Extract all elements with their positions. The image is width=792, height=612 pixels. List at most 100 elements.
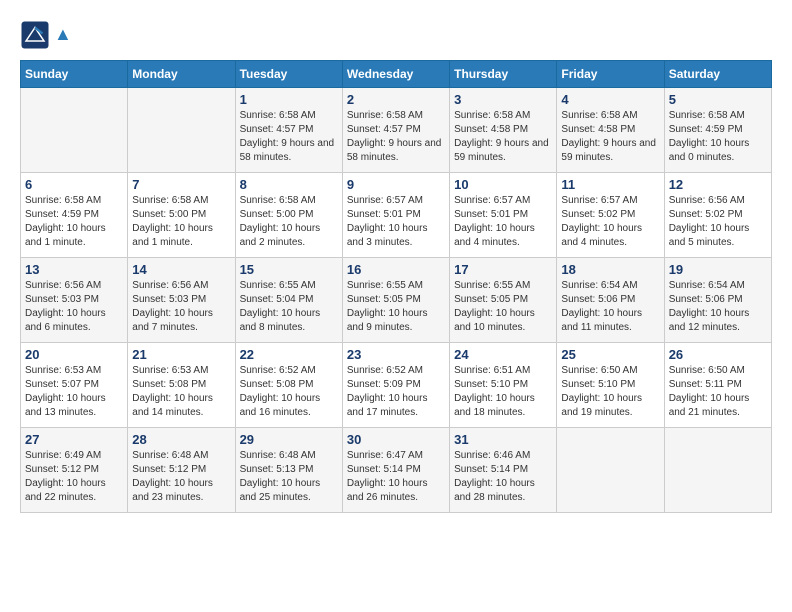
day-number: 25	[561, 347, 659, 362]
day-cell	[557, 428, 664, 513]
day-cell: 4Sunrise: 6:58 AM Sunset: 4:58 PM Daylig…	[557, 88, 664, 173]
day-number: 23	[347, 347, 445, 362]
day-cell: 15 Sunrise: 6:55 AM Sunset: 5:04 PM Dayli…	[235, 258, 342, 343]
day-number: 3	[454, 92, 552, 107]
day-cell	[128, 88, 235, 173]
day-cell: 3 Sunrise: 6:58 AM Sunset: 4:58 PM Daylig…	[450, 88, 557, 173]
day-cell: 27 Sunrise: 6:49 AM Sunset: 5:12 PM Dayli…	[21, 428, 128, 513]
day-info: Sunrise: 6:56 AM Sunset: 5:02 PM Dayligh…	[669, 194, 767, 250]
calendar-header: SundayMondayTuesdayWednesdayThursdayFrid…	[21, 61, 772, 88]
header-cell-sunday: Sunday	[21, 61, 128, 88]
header-cell-friday: Friday	[557, 61, 664, 88]
day-cell: 23 Sunrise: 6:52 AM Sunset: 5:09 PM Dayli…	[342, 343, 449, 428]
header-cell-saturday: Saturday	[664, 61, 771, 88]
week-row-4: 20Sunrise: 6:53 AM Sunset: 5:07 PM Dayli…	[21, 343, 772, 428]
day-info: Sunrise: 6:58 AM Sunset: 4:57 PM Dayligh…	[240, 109, 338, 165]
day-number: 21	[132, 347, 230, 362]
day-number: 11	[561, 177, 659, 192]
day-cell: 17 Sunrise: 6:55 AM Sunset: 5:05 PM Dayli…	[450, 258, 557, 343]
day-info: Sunrise: 6:55 AM Sunset: 5:05 PM Dayligh…	[454, 279, 552, 335]
day-cell	[21, 88, 128, 173]
day-number: 16	[347, 262, 445, 277]
day-info: Sunrise: 6:50 AM Sunset: 5:11 PM Dayligh…	[669, 364, 767, 420]
day-info: Sunrise: 6:58 AM Sunset: 4:59 PM Dayligh…	[25, 194, 123, 250]
day-number: 1	[240, 92, 338, 107]
day-info: Sunrise: 6:54 AM Sunset: 5:06 PM Dayligh…	[561, 279, 659, 335]
page-header: ▲	[20, 20, 772, 50]
day-number: 26	[669, 347, 767, 362]
day-info: Sunrise: 6:52 AM Sunset: 5:09 PM Dayligh…	[347, 364, 445, 420]
day-number: 24	[454, 347, 552, 362]
calendar-body: 1 Sunrise: 6:58 AM Sunset: 4:57 PM Daylig…	[21, 88, 772, 513]
day-number: 6	[25, 177, 123, 192]
day-cell: 30Sunrise: 6:47 AM Sunset: 5:14 PM Dayli…	[342, 428, 449, 513]
logo-text: ▲	[54, 25, 72, 45]
day-number: 10	[454, 177, 552, 192]
day-info: Sunrise: 6:53 AM Sunset: 5:08 PM Dayligh…	[132, 364, 230, 420]
day-cell: 7Sunrise: 6:58 AM Sunset: 5:00 PM Daylig…	[128, 173, 235, 258]
day-number: 13	[25, 262, 123, 277]
day-cell: 21 Sunrise: 6:53 AM Sunset: 5:08 PM Dayli…	[128, 343, 235, 428]
day-cell: 11 Sunrise: 6:57 AM Sunset: 5:02 PM Dayli…	[557, 173, 664, 258]
day-info: Sunrise: 6:55 AM Sunset: 5:05 PM Dayligh…	[347, 279, 445, 335]
day-info: Sunrise: 6:51 AM Sunset: 5:10 PM Dayligh…	[454, 364, 552, 420]
day-info: Sunrise: 6:47 AM Sunset: 5:14 PM Dayligh…	[347, 449, 445, 505]
day-cell: 28 Sunrise: 6:48 AM Sunset: 5:12 PM Dayli…	[128, 428, 235, 513]
day-number: 8	[240, 177, 338, 192]
day-info: Sunrise: 6:58 AM Sunset: 5:00 PM Dayligh…	[240, 194, 338, 250]
day-number: 14	[132, 262, 230, 277]
day-cell: 6 Sunrise: 6:58 AM Sunset: 4:59 PM Daylig…	[21, 173, 128, 258]
day-info: Sunrise: 6:55 AM Sunset: 5:04 PM Dayligh…	[240, 279, 338, 335]
week-row-3: 13 Sunrise: 6:56 AM Sunset: 5:03 PM Dayli…	[21, 258, 772, 343]
day-cell: 8 Sunrise: 6:58 AM Sunset: 5:00 PM Daylig…	[235, 173, 342, 258]
day-info: Sunrise: 6:54 AM Sunset: 5:06 PM Dayligh…	[669, 279, 767, 335]
week-row-2: 6 Sunrise: 6:58 AM Sunset: 4:59 PM Daylig…	[21, 173, 772, 258]
day-number: 27	[25, 432, 123, 447]
day-cell: 16 Sunrise: 6:55 AM Sunset: 5:05 PM Dayli…	[342, 258, 449, 343]
day-cell: 25 Sunrise: 6:50 AM Sunset: 5:10 PM Dayli…	[557, 343, 664, 428]
day-info: Sunrise: 6:52 AM Sunset: 5:08 PM Dayligh…	[240, 364, 338, 420]
header-cell-monday: Monday	[128, 61, 235, 88]
week-row-1: 1 Sunrise: 6:58 AM Sunset: 4:57 PM Daylig…	[21, 88, 772, 173]
day-cell: 10 Sunrise: 6:57 AM Sunset: 5:01 PM Dayli…	[450, 173, 557, 258]
day-cell: 24 Sunrise: 6:51 AM Sunset: 5:10 PM Dayli…	[450, 343, 557, 428]
day-cell: 2 Sunrise: 6:58 AM Sunset: 4:57 PM Daylig…	[342, 88, 449, 173]
day-info: Sunrise: 6:48 AM Sunset: 5:13 PM Dayligh…	[240, 449, 338, 505]
day-info: Sunrise: 6:57 AM Sunset: 5:02 PM Dayligh…	[561, 194, 659, 250]
day-info: Sunrise: 6:57 AM Sunset: 5:01 PM Dayligh…	[454, 194, 552, 250]
day-number: 5	[669, 92, 767, 107]
day-info: Sunrise: 6:58 AM Sunset: 5:00 PM Dayligh…	[132, 194, 230, 250]
header-row: SundayMondayTuesdayWednesdayThursdayFrid…	[21, 61, 772, 88]
day-number: 17	[454, 262, 552, 277]
day-cell: 9Sunrise: 6:57 AM Sunset: 5:01 PM Daylig…	[342, 173, 449, 258]
logo: ▲	[20, 20, 72, 50]
day-number: 2	[347, 92, 445, 107]
header-cell-thursday: Thursday	[450, 61, 557, 88]
day-info: Sunrise: 6:56 AM Sunset: 5:03 PM Dayligh…	[25, 279, 123, 335]
day-info: Sunrise: 6:48 AM Sunset: 5:12 PM Dayligh…	[132, 449, 230, 505]
day-number: 15	[240, 262, 338, 277]
day-info: Sunrise: 6:53 AM Sunset: 5:07 PM Dayligh…	[25, 364, 123, 420]
day-info: Sunrise: 6:58 AM Sunset: 4:57 PM Dayligh…	[347, 109, 445, 165]
day-info: Sunrise: 6:56 AM Sunset: 5:03 PM Dayligh…	[132, 279, 230, 335]
day-cell: 20Sunrise: 6:53 AM Sunset: 5:07 PM Dayli…	[21, 343, 128, 428]
day-cell: 1 Sunrise: 6:58 AM Sunset: 4:57 PM Daylig…	[235, 88, 342, 173]
day-number: 18	[561, 262, 659, 277]
day-cell: 12 Sunrise: 6:56 AM Sunset: 5:02 PM Dayli…	[664, 173, 771, 258]
day-number: 12	[669, 177, 767, 192]
day-info: Sunrise: 6:49 AM Sunset: 5:12 PM Dayligh…	[25, 449, 123, 505]
day-info: Sunrise: 6:58 AM Sunset: 4:58 PM Dayligh…	[454, 109, 552, 165]
day-number: 9	[347, 177, 445, 192]
day-number: 29	[240, 432, 338, 447]
day-cell: 5 Sunrise: 6:58 AM Sunset: 4:59 PM Daylig…	[664, 88, 771, 173]
day-info: Sunrise: 6:58 AM Sunset: 4:59 PM Dayligh…	[669, 109, 767, 165]
day-number: 31	[454, 432, 552, 447]
day-cell: 29 Sunrise: 6:48 AM Sunset: 5:13 PM Dayli…	[235, 428, 342, 513]
header-cell-wednesday: Wednesday	[342, 61, 449, 88]
day-number: 28	[132, 432, 230, 447]
day-number: 19	[669, 262, 767, 277]
day-cell: 13 Sunrise: 6:56 AM Sunset: 5:03 PM Dayli…	[21, 258, 128, 343]
day-cell: 22Sunrise: 6:52 AM Sunset: 5:08 PM Dayli…	[235, 343, 342, 428]
logo-icon	[20, 20, 50, 50]
day-info: Sunrise: 6:50 AM Sunset: 5:10 PM Dayligh…	[561, 364, 659, 420]
